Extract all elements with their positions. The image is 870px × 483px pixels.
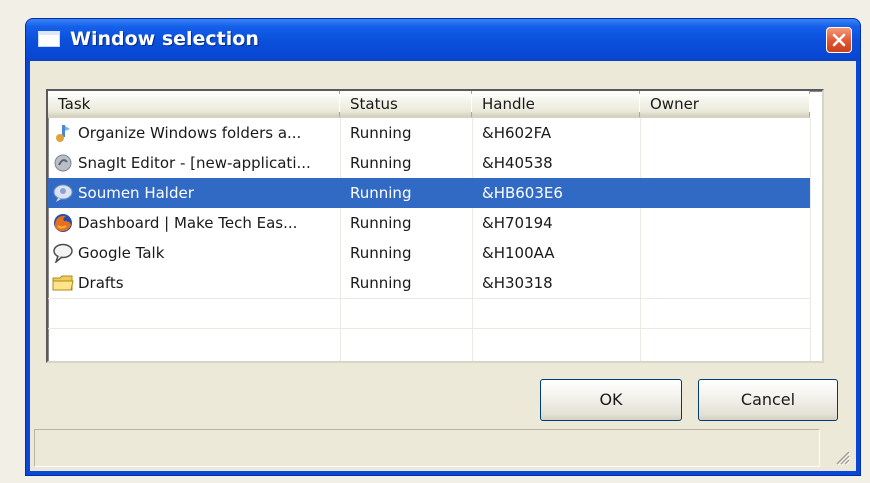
task-handle: &H70194 [482,214,553,232]
task-handle: &H100AA [482,244,555,262]
task-status: Running [350,154,412,172]
task-status: Running [350,184,412,202]
table-row[interactable]: Google Talk Running &H100AA [48,238,810,268]
task-status: Running [350,124,412,142]
grid-line [48,328,810,329]
task-handle: &H602FA [482,124,552,142]
status-bar [34,429,820,467]
task-name: Drafts [78,274,124,292]
grid-line [810,118,811,361]
window-title: Window selection [70,28,259,50]
task-handle: &HB603E6 [482,184,563,202]
task-name: Google Talk [78,244,165,262]
column-header-owner[interactable]: Owner [640,91,810,118]
window-selection-dialog: Window selection Task Status Handle Owne… [25,18,861,476]
snagit-icon [54,154,72,172]
dialog-client-area: Task Status Handle Owner Organize Window… [30,61,856,471]
task-list[interactable]: Task Status Handle Owner Organize Window… [46,89,824,363]
chat-user-icon [53,184,73,202]
task-name: Dashboard | Make Tech Eas... [78,214,298,232]
cancel-button[interactable]: Cancel [698,379,838,421]
column-header-handle[interactable]: Handle [472,91,640,118]
task-owner [650,178,808,208]
table-row-selected[interactable]: Soumen Halder Running &HB603E6 [48,178,810,208]
close-button[interactable] [826,27,852,53]
task-handle: &H30318 [482,274,553,292]
resize-grip-icon[interactable] [834,449,850,465]
table-row[interactable]: Organize Windows folders a... Running &H… [48,118,810,148]
table-row[interactable]: SnagIt Editor - [new-applicati... Runnin… [48,148,810,178]
task-handle: &H40538 [482,154,553,172]
folder-organizer-icon [56,125,70,142]
table-row[interactable]: Drafts Running &H30318 [48,268,810,298]
firefox-icon [54,214,72,232]
task-name: SnagIt Editor - [new-applicati... [78,154,311,172]
title-bar[interactable]: Window selection [26,19,860,61]
column-header-task[interactable]: Task [48,91,340,118]
task-owner [650,118,808,148]
task-status: Running [350,274,412,292]
task-owner [650,238,808,268]
task-status: Running [350,214,412,232]
google-talk-icon [53,243,73,263]
table-row[interactable]: Dashboard | Make Tech Eas... Running &H7… [48,208,810,238]
grid-line [48,298,810,299]
folder-icon [52,275,74,291]
task-owner [650,148,808,178]
column-header-status[interactable]: Status [340,91,472,118]
task-status: Running [350,244,412,262]
ok-button[interactable]: OK [540,379,682,421]
task-name: Organize Windows folders a... [78,124,302,142]
close-icon [832,33,846,47]
task-owner [650,208,808,238]
task-name: Soumen Halder [78,184,194,202]
window-icon [38,31,60,47]
list-header: Task Status Handle Owner [48,91,822,118]
task-owner [650,268,808,298]
